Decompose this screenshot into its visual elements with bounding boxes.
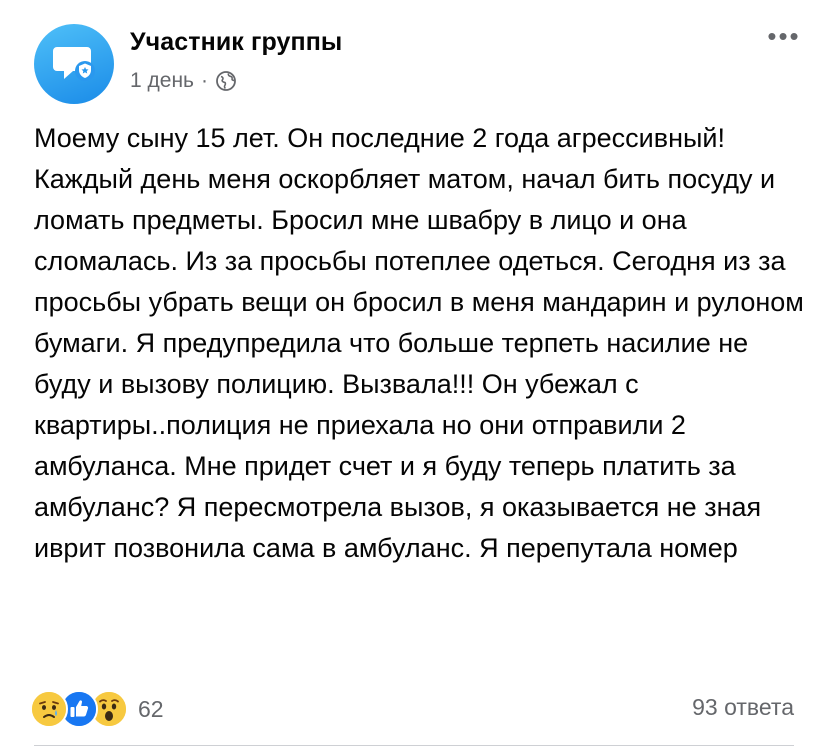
post-meta: 1 день · [130,69,237,93]
avatar[interactable] [34,24,114,104]
post-body-text: Моему сыну 15 лет. Он последние 2 года а… [34,123,812,563]
reaction-count: 62 [138,695,164,722]
more-options-icon[interactable]: ••• [764,23,804,49]
reactions-summary[interactable]: 62 [30,690,164,728]
meta-separator: · [200,69,208,92]
group-post: Участник группы 1 день · ••• Моему сыну … [0,0,828,753]
replies-count[interactable]: 93 ответа [692,694,794,721]
divider [34,745,794,746]
author-name[interactable]: Участник группы [130,28,342,57]
anonymous-member-icon [53,47,95,81]
sad-emoji-icon [30,690,68,728]
reaction-icons [30,690,128,728]
post-time[interactable]: 1 день [130,69,194,93]
globe-icon[interactable] [215,70,237,92]
